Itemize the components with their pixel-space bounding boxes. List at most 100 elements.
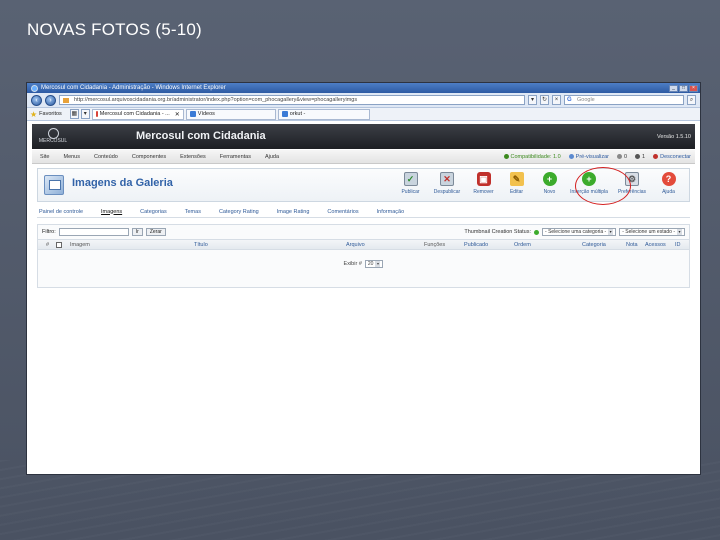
- filter-input[interactable]: [58, 228, 129, 236]
- select-all-checkbox[interactable]: [56, 242, 62, 248]
- search-icon[interactable]: ⌕: [687, 95, 696, 105]
- menu-ferramentas[interactable]: Ferramentas: [220, 154, 251, 160]
- page-favicon-icon: [189, 111, 196, 117]
- menu-conteudo[interactable]: Conteúdo: [94, 154, 118, 160]
- preview-link[interactable]: Pré-visualizar: [568, 154, 609, 160]
- submenu-category-rating[interactable]: Category Rating: [219, 209, 259, 215]
- submenu-categories[interactable]: Categorias: [140, 209, 167, 215]
- highlight-circle-annotation: [575, 167, 631, 205]
- back-icon[interactable]: ‹: [31, 94, 42, 106]
- mail-icon: [616, 154, 622, 159]
- component-toolbar: Imagens da Galeria ✓ Publicar ✕ Despubli…: [37, 167, 690, 205]
- chevron-down-icon: ▾: [375, 261, 381, 267]
- menu-ajuda[interactable]: Ajuda: [265, 154, 279, 160]
- chevron-down-icon: ▾: [677, 229, 682, 235]
- col-category[interactable]: Categoria: [582, 242, 606, 248]
- gallery-images-icon: [44, 175, 64, 195]
- filter-label: Filtro:: [42, 229, 56, 235]
- component-submenu: Painel de controle Imagens Categorias Te…: [37, 206, 690, 218]
- images-list-panel: Filtro: Ir Zerar Thumbnail Creation Stat…: [37, 224, 690, 288]
- thumb-status-icon: [534, 229, 540, 235]
- submenu-comments[interactable]: Comentários: [327, 209, 358, 215]
- slide-title: NOVAS FOTOS (5-10): [27, 20, 202, 39]
- col-id[interactable]: ID: [675, 242, 681, 248]
- publish-button[interactable]: ✓ Publicar: [394, 172, 427, 195]
- delete-button[interactable]: ▣ Remover: [467, 172, 500, 195]
- users-count: 1: [635, 154, 645, 160]
- filter-reset-button[interactable]: Zerar: [145, 228, 166, 236]
- col-number: #: [46, 242, 50, 248]
- messages-count[interactable]: 0: [616, 154, 627, 160]
- tab-mercosul[interactable]: Mercosul com Cidadania - ... ✕: [91, 108, 184, 120]
- col-title[interactable]: Título: [194, 242, 208, 248]
- check-icon: [503, 154, 509, 159]
- thumb-status-label: Thumbnail Creation Status:: [464, 229, 532, 235]
- ie-logo-icon: [31, 84, 38, 92]
- window-controls: _ □ ×: [669, 84, 700, 92]
- browser-screenshot: Mercosul com Cidadania - Administração -…: [26, 82, 701, 475]
- menu-extensoes[interactable]: Extensões: [180, 154, 206, 160]
- logout-link[interactable]: Desconectar: [653, 154, 691, 160]
- menu-componentes[interactable]: Componentes: [132, 154, 166, 160]
- joomla-header: MERCOSUL Mercosul com Cidadania Versão 1…: [32, 124, 695, 149]
- unpublish-button[interactable]: ✕ Despublicar: [427, 172, 467, 195]
- menu-site[interactable]: Site: [40, 154, 49, 160]
- help-icon: ?: [661, 172, 676, 186]
- minimize-button[interactable]: _: [669, 84, 678, 92]
- col-published[interactable]: Publicado: [464, 242, 488, 248]
- refresh-icon[interactable]: ↻: [540, 95, 549, 105]
- page-title: Imagens da Galeria: [72, 177, 173, 189]
- forward-icon[interactable]: ›: [45, 94, 56, 106]
- user-icon: [635, 154, 641, 159]
- edit-icon: ✎: [509, 172, 524, 186]
- col-order[interactable]: Ordem: [514, 242, 531, 248]
- logout-icon: [653, 154, 659, 159]
- pagination-footer: Exibir # 20 ▾: [38, 256, 689, 272]
- submenu-info[interactable]: Informação: [377, 209, 405, 215]
- col-image: Imagem: [70, 242, 90, 248]
- filter-row: Filtro: Ir Zerar Thumbnail Creation Stat…: [38, 225, 689, 239]
- url-dropdown-button[interactable]: ▾: [528, 95, 537, 105]
- filter-go-button[interactable]: Ir: [131, 228, 143, 236]
- chevron-down-icon: ▾: [608, 229, 614, 235]
- search-input[interactable]: Google: [564, 95, 684, 105]
- category-select[interactable]: - Selecione uma categoria - ▾: [542, 228, 617, 236]
- new-button[interactable]: + Novo: [533, 172, 566, 195]
- submenu-control-panel[interactable]: Painel de controle: [39, 209, 83, 215]
- state-select[interactable]: - Selecione um estado - ▾: [619, 228, 685, 236]
- tab-grid-icon[interactable]: ▦: [69, 109, 79, 119]
- page-favicon-icon: [95, 111, 98, 117]
- col-file[interactable]: Arquivo: [346, 242, 365, 248]
- favorites-label[interactable]: Favoritos: [39, 111, 62, 117]
- tab-list-icon[interactable]: ▾: [80, 109, 90, 119]
- compat-status: Compatibilidade: 1.0: [503, 154, 561, 160]
- col-functions: Funções: [424, 242, 446, 248]
- table-header: # Imagem Título Arquivo Funções Publicad…: [38, 239, 689, 250]
- close-tab-icon[interactable]: ✕: [175, 111, 180, 118]
- stop-icon[interactable]: ×: [552, 95, 561, 105]
- delete-icon: ▣: [476, 172, 491, 186]
- close-window-button[interactable]: ×: [689, 84, 698, 92]
- site-name: Mercosul com Cidadania: [136, 130, 266, 142]
- url-field[interactable]: http://mercosul.arquivoscidadania.org.br…: [59, 95, 525, 105]
- tab-orkut[interactable]: orkut -: [277, 108, 370, 120]
- address-bar: ‹ › http://mercosul.arquivoscidadania.or…: [27, 93, 700, 108]
- submenu-images[interactable]: Imagens: [101, 209, 122, 215]
- help-button[interactable]: ? Ajuda: [652, 172, 685, 195]
- window-title: Mercosul com Cidadania - Administração -…: [41, 85, 226, 91]
- preview-icon: [568, 154, 574, 159]
- filter-selects: Thumbnail Creation Status: - Selecione u…: [464, 228, 685, 236]
- col-rating[interactable]: Nota: [626, 242, 638, 248]
- tab-videos[interactable]: Vídeos: [185, 108, 276, 120]
- edit-button[interactable]: ✎ Editar: [500, 172, 533, 195]
- display-count-select[interactable]: 20 ▾: [364, 260, 384, 268]
- favorites-star-icon[interactable]: ★: [30, 110, 37, 119]
- menu-menus[interactable]: Menus: [63, 154, 80, 160]
- col-hits[interactable]: Acessos: [645, 242, 666, 248]
- maximize-button[interactable]: □: [679, 84, 688, 92]
- display-label: Exibir #: [343, 261, 362, 267]
- publish-icon: ✓: [403, 172, 418, 186]
- toolbar-buttons: ✓ Publicar ✕ Despublicar ▣ Remover ✎ Edi…: [394, 172, 685, 195]
- submenu-image-rating[interactable]: Image Rating: [277, 209, 310, 215]
- submenu-themes[interactable]: Temas: [185, 209, 201, 215]
